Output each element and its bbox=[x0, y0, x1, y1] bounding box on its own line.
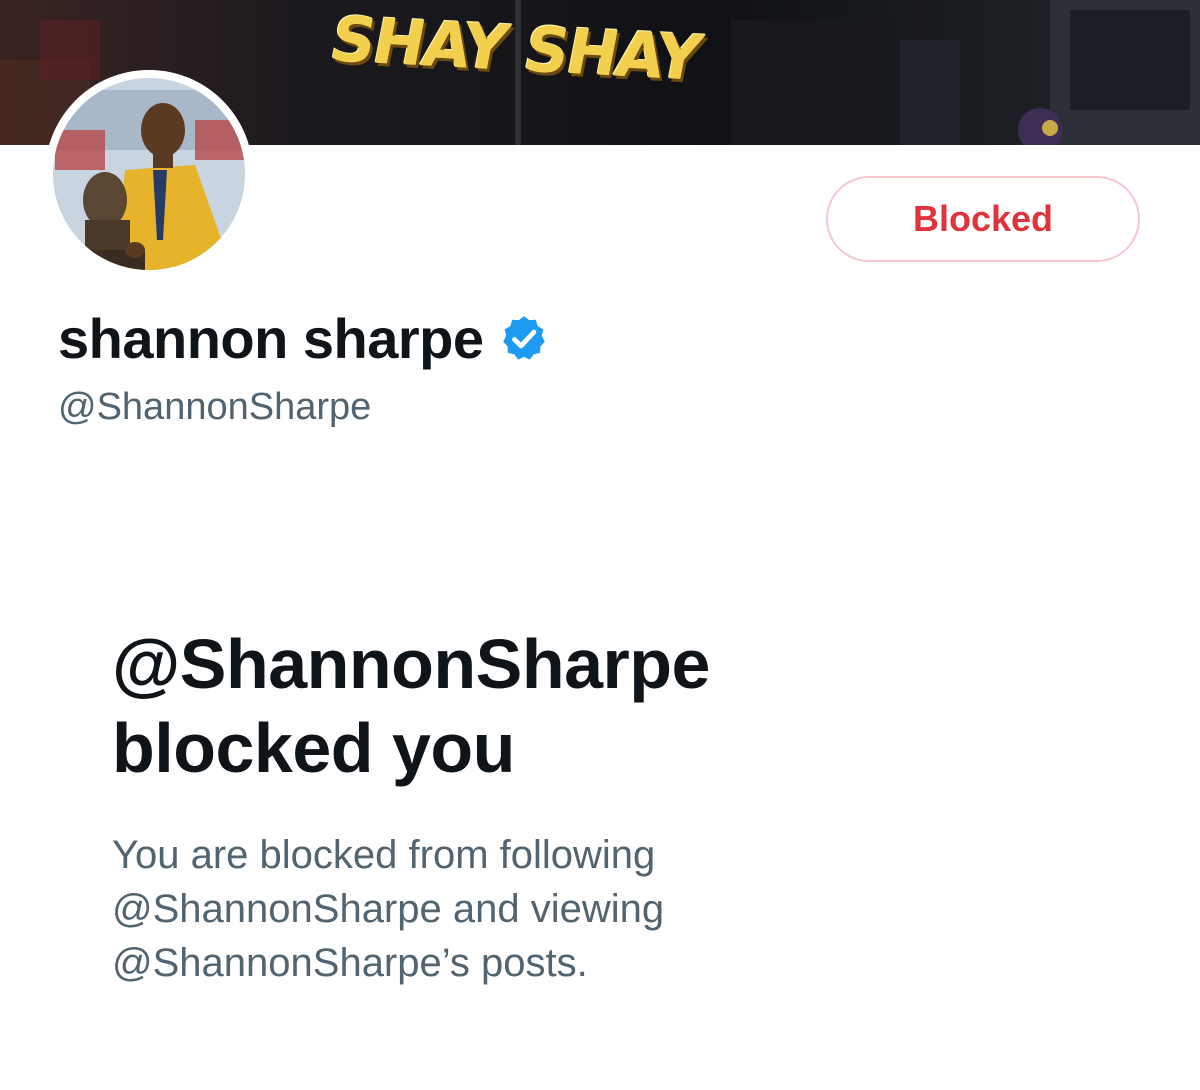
profile-display-name: shannon sharpe bbox=[58, 306, 550, 371]
blocked-notice-desc-line2: @ShannonSharpe and viewing bbox=[112, 887, 665, 931]
blocked-notice-description: You are blocked from following @ShannonS… bbox=[112, 828, 812, 990]
verified-badge-icon bbox=[502, 315, 545, 360]
blocked-notice-title-line2: blocked you bbox=[112, 709, 515, 787]
profile-handle: @ShannonSharpe bbox=[58, 386, 372, 428]
blocked-notice-title-line1: @ShannonSharpe bbox=[112, 625, 710, 703]
blocked-notice-title: @ShannonSharpe blocked you bbox=[112, 622, 1012, 790]
blocked-notice-desc-line1: You are blocked from following bbox=[112, 833, 656, 877]
blocked-notice-desc-line3: @ShannonSharpe’s posts. bbox=[112, 941, 588, 985]
avatar-image bbox=[45, 70, 253, 278]
display-name-text: shannon sharpe bbox=[58, 307, 484, 370]
blocked-button[interactable]: Blocked bbox=[826, 176, 1140, 262]
profile-avatar[interactable] bbox=[45, 70, 253, 278]
